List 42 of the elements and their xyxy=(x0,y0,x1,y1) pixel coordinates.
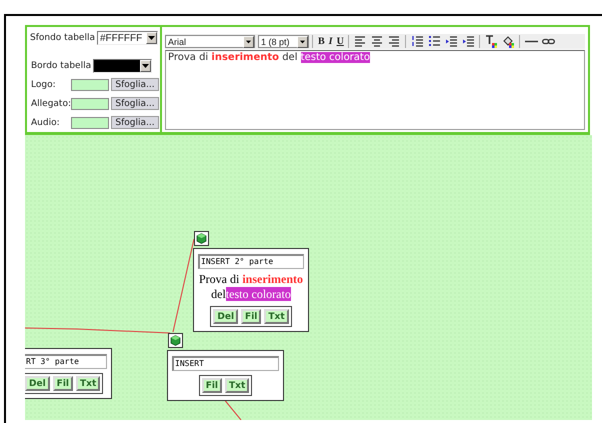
file-field[interactable] xyxy=(71,98,109,110)
cube-icon[interactable] xyxy=(194,231,209,246)
size-select[interactable]: 1 (8 pt) xyxy=(258,35,309,48)
node-button[interactable]: Txt xyxy=(76,376,100,391)
node-button[interactable]: Txt xyxy=(225,378,250,393)
node-title-field[interactable]: INSERT 2° parte xyxy=(198,254,304,269)
italic-button[interactable]: I xyxy=(328,35,334,48)
align-right-icon[interactable] xyxy=(386,35,402,48)
align-center-icon[interactable] xyxy=(370,35,385,48)
numbered-list-icon[interactable] xyxy=(410,35,425,48)
node-button[interactable]: Del xyxy=(213,309,238,324)
align-left-icon[interactable] xyxy=(352,35,368,48)
field-label: Audio: xyxy=(31,118,61,128)
outdent-icon[interactable] xyxy=(444,35,459,48)
file-field[interactable] xyxy=(71,116,109,128)
bullet-list-icon[interactable] xyxy=(426,35,442,48)
fill-color-icon[interactable] xyxy=(500,35,516,48)
cube-icon[interactable] xyxy=(168,333,183,348)
browse-button[interactable]: Sfoglia... xyxy=(111,97,159,110)
field-label: Sfondo tabella xyxy=(30,33,95,43)
node-title-field[interactable]: INSERT xyxy=(172,356,279,371)
node-button[interactable]: Del xyxy=(25,376,50,391)
node-button[interactable]: Txt xyxy=(264,309,289,324)
browse-button[interactable]: Sfoglia... xyxy=(111,78,159,91)
node-text: Prova di inserimento deltesto colorato xyxy=(198,272,304,302)
field-label: Allegato: xyxy=(31,98,69,108)
underline-button[interactable]: U xyxy=(336,35,345,48)
background-color-select[interactable]: #FFFFFF xyxy=(96,31,158,45)
browse-button[interactable]: Sfoglia... xyxy=(111,116,159,129)
field-label: Bordo tabella xyxy=(31,61,92,71)
text-color-icon[interactable] xyxy=(484,35,499,48)
node-button[interactable]: Fil xyxy=(241,309,262,324)
indent-icon[interactable] xyxy=(460,35,476,48)
node-button[interactable]: Fil xyxy=(52,376,73,391)
node-title-field[interactable]: RT 3° parte xyxy=(25,354,107,369)
bold-button[interactable]: B xyxy=(317,35,326,48)
file-field[interactable] xyxy=(71,78,109,90)
field-label: Logo: xyxy=(31,80,57,90)
node-button[interactable]: Fil xyxy=(202,378,222,393)
border-color-select[interactable] xyxy=(93,59,152,73)
text-editor-area[interactable]: Prova di inserimento del testo colorato xyxy=(165,50,585,130)
font-select[interactable]: Arial xyxy=(165,35,255,48)
